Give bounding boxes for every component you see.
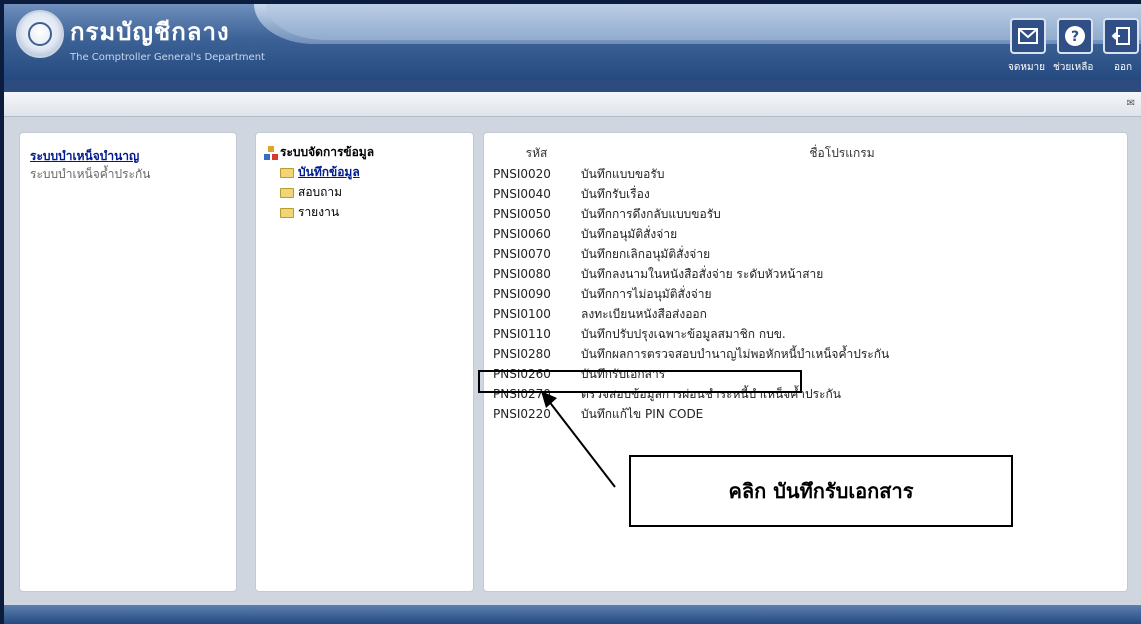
instruction-callout: คลิก บันทึกรับเอกสาร: [629, 455, 1013, 527]
annotation-arrow: [541, 391, 616, 488]
